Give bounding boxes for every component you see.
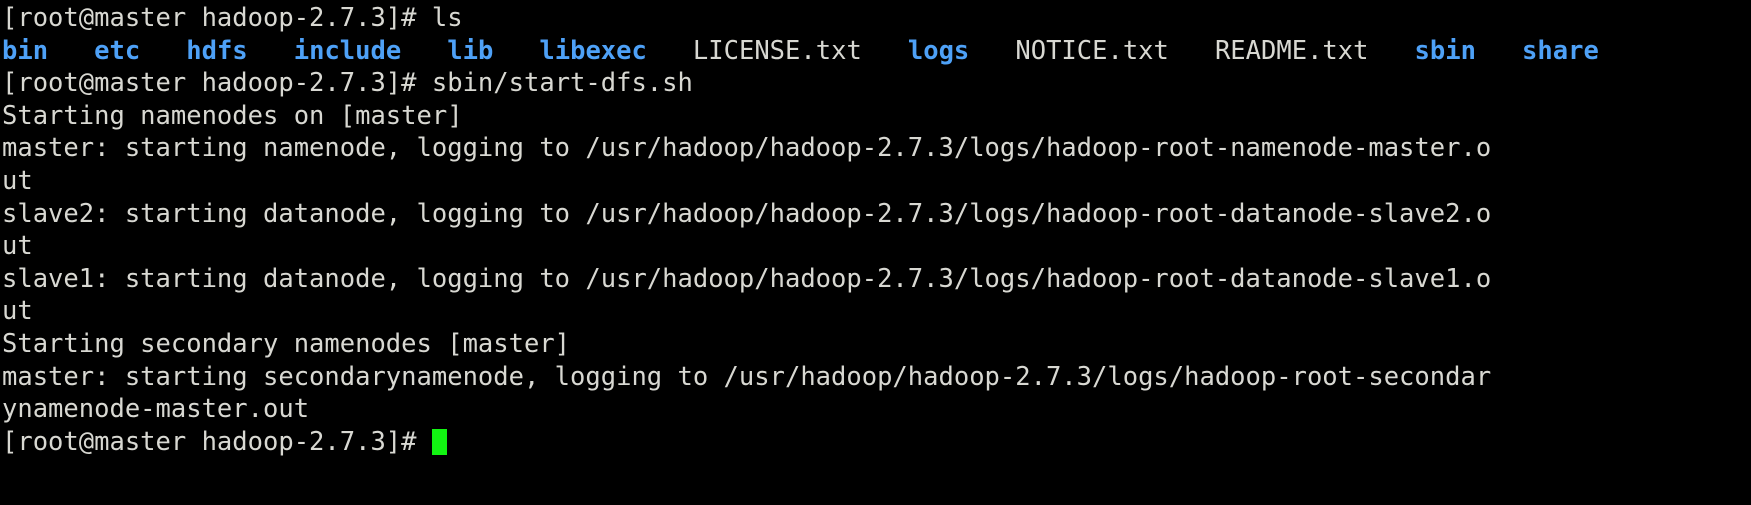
file-readme-txt: README.txt — [1214, 35, 1369, 66]
shell-prompt: [root@master hadoop-2.7.3]# — [2, 3, 432, 33]
terminal-line: [root@master hadoop-2.7.3]# ls — [2, 2, 1751, 35]
dir-etc: etc — [94, 35, 141, 66]
log-namenode-master: master: starting namenode, logging to /u… — [2, 133, 1492, 164]
terminal-line: slave2: starting datanode, logging to /u… — [2, 198, 1751, 231]
dir-logs: logs — [907, 35, 970, 66]
terminal-line: master: starting secondarynamenode, logg… — [2, 361, 1751, 394]
log-starting-secondary-namenodes: Starting secondary namenodes [master] — [2, 328, 571, 359]
dir-include: include — [293, 35, 402, 66]
shell-prompt: [root@master hadoop-2.7.3]# — [2, 426, 432, 457]
terminal-line: [root@master hadoop-2.7.3]# — [2, 426, 1751, 459]
dir-libexec: libexec — [539, 35, 647, 66]
command-start-dfs: sbin/start-dfs.sh — [431, 68, 693, 99]
terminal-line: [root@master hadoop-2.7.3]# sbin/start-d… — [2, 67, 1751, 100]
terminal-line: Starting namenodes on [master] — [2, 100, 1751, 133]
terminal-window[interactable]: [root@master hadoop-2.7.3]# ls bin etc hd… — [0, 0, 1751, 505]
file-notice-txt: NOTICE.txt — [1015, 35, 1169, 66]
dir-bin: bin — [2, 35, 49, 66]
dir-hdfs: hdfs — [186, 35, 248, 66]
terminal-line: ynamenode-master.out — [2, 393, 1751, 426]
command-ls: ls — [431, 3, 463, 33]
dir-share: share — [1522, 35, 1599, 66]
terminal-cursor — [431, 428, 447, 455]
log-wrap-continuation: ut — [2, 296, 33, 327]
dir-sbin: sbin — [1414, 35, 1476, 66]
shell-prompt: [root@master hadoop-2.7.3]# — [2, 68, 432, 99]
terminal-line: ut — [2, 230, 1751, 263]
log-datanode-slave2: slave2: starting datanode, logging to /u… — [2, 198, 1492, 229]
terminal-line: Starting secondary namenodes [master] — [2, 328, 1751, 361]
terminal-line: master: starting namenode, logging to /u… — [2, 132, 1751, 165]
log-datanode-slave1: slave1: starting datanode, logging to /u… — [2, 263, 1492, 294]
log-wrap-continuation: ut — [2, 231, 33, 262]
terminal-line: slave1: starting datanode, logging to /u… — [2, 263, 1751, 296]
log-wrap-continuation: ynamenode-master.out — [2, 394, 310, 425]
log-starting-namenodes: Starting namenodes on [master] — [2, 100, 463, 131]
log-wrap-continuation: ut — [2, 165, 33, 196]
terminal-line: ut — [2, 295, 1751, 328]
terminal-line: bin etc hdfs include lib libexec LICENSE… — [2, 35, 1751, 68]
dir-lib: lib — [447, 35, 494, 66]
log-secondarynamenode-master: master: starting secondarynamenode, logg… — [2, 361, 1492, 392]
terminal-line: ut — [2, 165, 1751, 198]
file-license-txt: LICENSE.txt — [692, 35, 862, 66]
